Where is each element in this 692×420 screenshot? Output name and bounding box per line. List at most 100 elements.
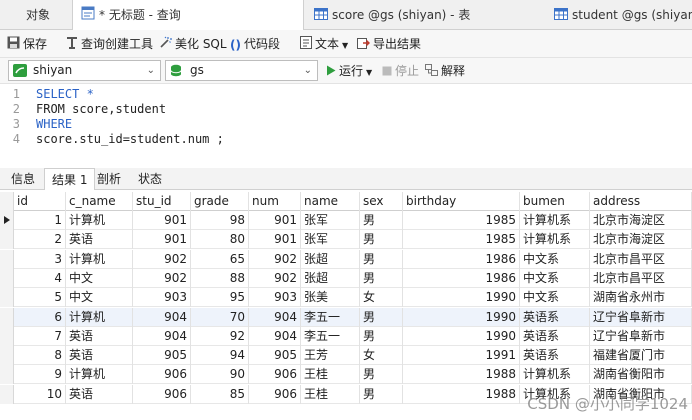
tab-student-table[interactable]: student @gs (shiyan) - 表: [546, 0, 692, 30]
cell-address[interactable]: 北京市昌平区: [590, 268, 692, 288]
column-header-id[interactable]: id: [14, 192, 66, 211]
cell-c-name[interactable]: 计算机: [66, 211, 133, 230]
cell-c-name[interactable]: 中文: [66, 268, 133, 288]
cell-stu-id[interactable]: 905: [133, 346, 191, 366]
cell-stu-id[interactable]: 901: [133, 230, 191, 250]
cell-c-name[interactable]: 计算机: [66, 307, 133, 327]
cell-name[interactable]: 张军: [301, 211, 360, 230]
column-header-name[interactable]: name: [301, 192, 360, 211]
column-header-stu-id[interactable]: stu_id: [133, 192, 191, 211]
text-mode-button[interactable]: 文本 ▼: [300, 30, 348, 58]
cell-id[interactable]: 3: [14, 249, 66, 269]
cell-name[interactable]: 王桂: [301, 365, 360, 385]
row-selector[interactable]: [0, 307, 14, 327]
cell-address[interactable]: 辽宁省阜新市: [590, 326, 692, 346]
cell-address[interactable]: 湖南省永州市: [590, 288, 692, 308]
cell-bumen[interactable]: 计算机系: [520, 365, 590, 385]
cell-name[interactable]: 张美: [301, 288, 360, 308]
beautify-sql-button[interactable]: 美化 SQL: [159, 30, 227, 58]
cell-bumen[interactable]: 中文系: [520, 288, 590, 308]
row-selector[interactable]: [0, 249, 14, 269]
tab-objects[interactable]: 对象: [0, 0, 72, 30]
cell-bumen[interactable]: 中文系: [520, 268, 590, 288]
cell-grade[interactable]: 70: [191, 307, 249, 327]
cell-num[interactable]: 901: [249, 230, 301, 250]
column-header-c-name[interactable]: c_name: [66, 192, 133, 211]
cell-c-name[interactable]: 计算机: [66, 249, 133, 269]
cell-stu-id[interactable]: 906: [133, 365, 191, 385]
cell-bumen[interactable]: 英语系: [520, 307, 590, 327]
query-builder-button[interactable]: 查询创建工具: [66, 30, 153, 58]
cell-sex[interactable]: 男: [360, 268, 403, 288]
column-header-address[interactable]: address: [590, 192, 692, 211]
cell-bumen[interactable]: 中文系: [520, 249, 590, 269]
cell-num[interactable]: 904: [249, 307, 301, 327]
cell-c-name[interactable]: 英语: [66, 384, 133, 404]
cell-grade[interactable]: 95: [191, 288, 249, 308]
cell-stu-id[interactable]: 901: [133, 211, 191, 230]
cell-sex[interactable]: 男: [360, 365, 403, 385]
cell-sex[interactable]: 女: [360, 346, 403, 366]
table-row[interactable]: 3 计算机 902 65 902 张超男 1986 中文系 北京市昌平区: [0, 249, 692, 269]
sql-editor[interactable]: 1 SELECT * 2 FROM score,student 3 WHERE 4 sc…: [0, 84, 692, 164]
cell-name[interactable]: 王桂: [301, 384, 360, 404]
row-selector[interactable]: [0, 268, 14, 288]
row-selector[interactable]: [0, 230, 14, 250]
cell-address[interactable]: 福建省厦门市: [590, 346, 692, 366]
column-header-grade[interactable]: grade: [191, 192, 249, 211]
cell-sex[interactable]: 男: [360, 307, 403, 327]
cell-num[interactable]: 901: [249, 211, 301, 230]
cell-id[interactable]: 6: [14, 307, 66, 327]
column-header-birthday[interactable]: birthday: [403, 192, 520, 211]
cell-name[interactable]: 张超: [301, 268, 360, 288]
explain-button[interactable]: 解释: [425, 58, 465, 84]
cell-c-name[interactable]: 计算机: [66, 365, 133, 385]
table-row[interactable]: 6 计算机 904 70 904 李五一男 1990 英语系 辽宁省阜新市: [0, 307, 692, 327]
cell-stu-id[interactable]: 904: [133, 307, 191, 327]
row-selector[interactable]: [0, 365, 14, 385]
cell-id[interactable]: 7: [14, 326, 66, 346]
row-selector[interactable]: [0, 288, 14, 308]
cell-stu-id[interactable]: 904: [133, 326, 191, 346]
cell-birthday[interactable]: 1985: [403, 211, 520, 230]
cell-sex[interactable]: 男: [360, 249, 403, 269]
cell-name[interactable]: 张超: [301, 249, 360, 269]
cell-num[interactable]: 906: [249, 365, 301, 385]
cell-grade[interactable]: 92: [191, 326, 249, 346]
cell-bumen[interactable]: 计算机系: [520, 211, 590, 230]
cell-id[interactable]: 2: [14, 230, 66, 250]
save-button[interactable]: 保存: [7, 30, 47, 58]
table-row[interactable]: 1 计算机 901 98 901 张军男 1985 计算机系 北京市海淀区: [0, 211, 692, 230]
cell-c-name[interactable]: 英语: [66, 230, 133, 250]
cell-id[interactable]: 8: [14, 346, 66, 366]
cell-name[interactable]: 李五一: [301, 307, 360, 327]
row-selector[interactable]: [0, 384, 14, 404]
cell-birthday[interactable]: 1990: [403, 307, 520, 327]
cell-address[interactable]: 北京市海淀区: [590, 211, 692, 230]
column-header-bumen[interactable]: bumen: [520, 192, 590, 211]
cell-name[interactable]: 王芳: [301, 346, 360, 366]
run-button[interactable]: 运行 ▼: [326, 58, 372, 84]
cell-grade[interactable]: 88: [191, 268, 249, 288]
export-results-button[interactable]: 导出结果: [357, 30, 421, 58]
cell-stu-id[interactable]: 903: [133, 288, 191, 308]
cell-num[interactable]: 902: [249, 249, 301, 269]
cell-sex[interactable]: 男: [360, 230, 403, 250]
cell-address[interactable]: 北京市海淀区: [590, 230, 692, 250]
cell-id[interactable]: 9: [14, 365, 66, 385]
connection-select[interactable]: shiyan ⌄: [8, 60, 161, 81]
cell-grade[interactable]: 80: [191, 230, 249, 250]
row-selector[interactable]: [0, 211, 14, 230]
row-selector[interactable]: [0, 326, 14, 346]
table-row[interactable]: 2 英语 901 80 901 张军男 1985 计算机系 北京市海淀区: [0, 230, 692, 250]
cell-birthday[interactable]: 1986: [403, 249, 520, 269]
cell-address[interactable]: 北京市昌平区: [590, 249, 692, 269]
tab-result-1[interactable]: 结果 1: [44, 168, 96, 190]
cell-birthday[interactable]: 1988: [403, 384, 520, 404]
cell-birthday[interactable]: 1990: [403, 326, 520, 346]
row-selector[interactable]: [0, 346, 14, 366]
cell-address[interactable]: 湖南省衡阳市: [590, 365, 692, 385]
cell-birthday[interactable]: 1986: [403, 268, 520, 288]
cell-sex[interactable]: 男: [360, 384, 403, 404]
cell-id[interactable]: 1: [14, 211, 66, 230]
